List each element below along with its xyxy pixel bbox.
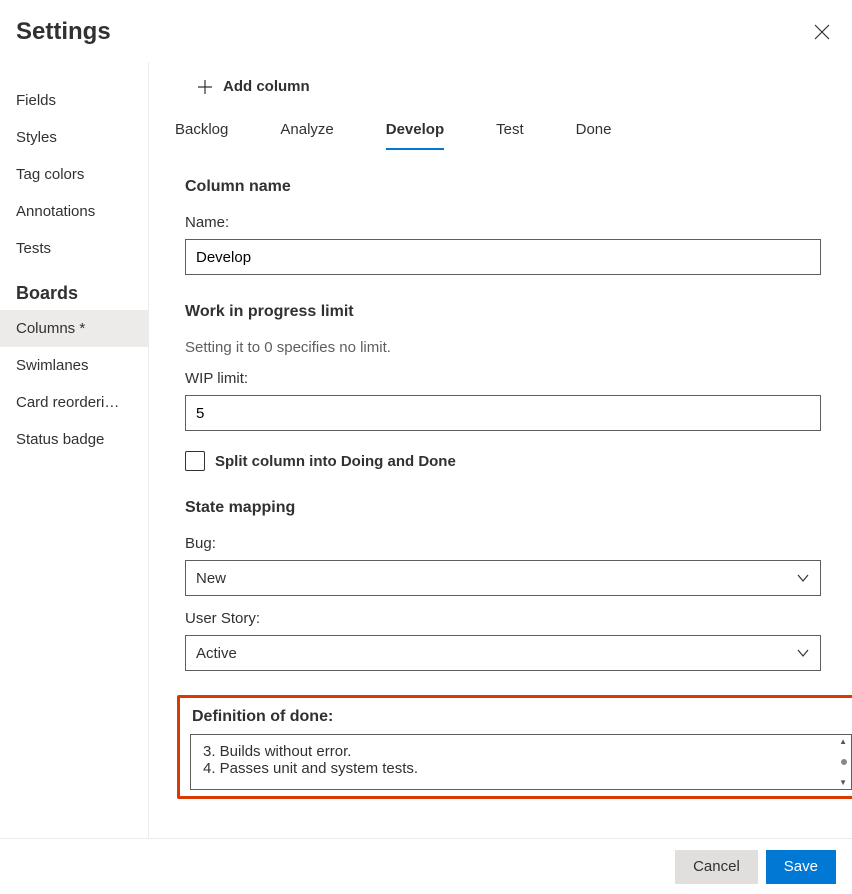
sidebar-item-tag-colors[interactable]: Tag colors [0,156,148,193]
sidebar-item-label: Card reorderi… [16,394,119,411]
sidebar: Fields Styles Tag colors Annotations Tes… [0,62,148,838]
chevron-down-icon [796,571,810,585]
bug-select-value: New [196,570,226,587]
dod-line: 3. Builds without error. [203,743,827,760]
label-bug: Bug: [185,535,852,552]
tab-test[interactable]: Test [496,113,524,150]
cancel-button[interactable]: Cancel [675,850,758,884]
sidebar-item-tests[interactable]: Tests [0,230,148,267]
split-column-label: Split column into Doing and Done [215,453,456,470]
footer: Cancel Save [0,838,852,894]
column-tabs: Backlog Analyze Develop Test Done [173,109,852,150]
sidebar-item-swimlanes[interactable]: Swimlanes [0,347,148,384]
heading-state-mapping: State mapping [185,499,852,517]
sidebar-item-label: Columns * [16,320,85,337]
definition-of-done-textarea[interactable]: 3. Builds without error. 4. Passes unit … [190,734,852,790]
save-button[interactable]: Save [766,850,836,884]
close-icon[interactable] [814,24,830,40]
label-user-story: User Story: [185,610,852,627]
tab-analyze[interactable]: Analyze [280,113,333,150]
sidebar-item-label: Fields [16,92,56,109]
add-column-label: Add column [223,78,310,95]
sidebar-item-styles[interactable]: Styles [0,119,148,156]
split-column-checkbox[interactable] [185,451,205,471]
chevron-down-icon [796,646,810,660]
label-wip-limit: WIP limit: [185,370,852,387]
bug-select[interactable]: New [185,560,821,596]
user-story-select-value: Active [196,645,237,662]
name-input[interactable] [185,239,821,275]
sidebar-group-boards: Boards [0,267,148,310]
definition-of-done-highlight: Definition of done: 3. Builds without er… [177,695,852,799]
plus-icon [197,79,213,95]
scroll-thumb[interactable] [841,759,847,765]
scroll-down-icon[interactable]: ▼ [839,778,847,787]
sidebar-item-label: Tag colors [16,166,84,183]
sidebar-item-status-badge[interactable]: Status badge [0,421,148,458]
page-title: Settings [16,18,111,46]
label-name: Name: [185,214,852,231]
heading-column-name: Column name [185,178,852,196]
add-column-button[interactable]: Add column [173,62,852,109]
sidebar-item-label: Annotations [16,203,95,220]
sidebar-item-card-reordering[interactable]: Card reorderi… [0,384,148,421]
sidebar-item-annotations[interactable]: Annotations [0,193,148,230]
tab-done[interactable]: Done [576,113,612,150]
heading-dod: Definition of done: [192,708,852,726]
heading-wip: Work in progress limit [185,303,852,321]
wip-hint: Setting it to 0 specifies no limit. [185,339,852,356]
sidebar-item-label: Swimlanes [16,357,89,374]
wip-limit-input[interactable] [185,395,821,431]
main-panel: Add column Backlog Analyze Develop Test … [148,62,852,838]
sidebar-item-fields[interactable]: Fields [0,82,148,119]
user-story-select[interactable]: Active [185,635,821,671]
scroll-up-icon[interactable]: ▲ [839,737,847,746]
tab-develop[interactable]: Develop [386,113,444,150]
sidebar-item-label: Styles [16,129,57,146]
sidebar-item-label: Tests [16,240,51,257]
tab-backlog[interactable]: Backlog [175,113,228,150]
dod-line: 4. Passes unit and system tests. [203,760,827,777]
sidebar-item-columns[interactable]: Columns * [0,310,148,347]
sidebar-item-label: Status badge [16,431,104,448]
